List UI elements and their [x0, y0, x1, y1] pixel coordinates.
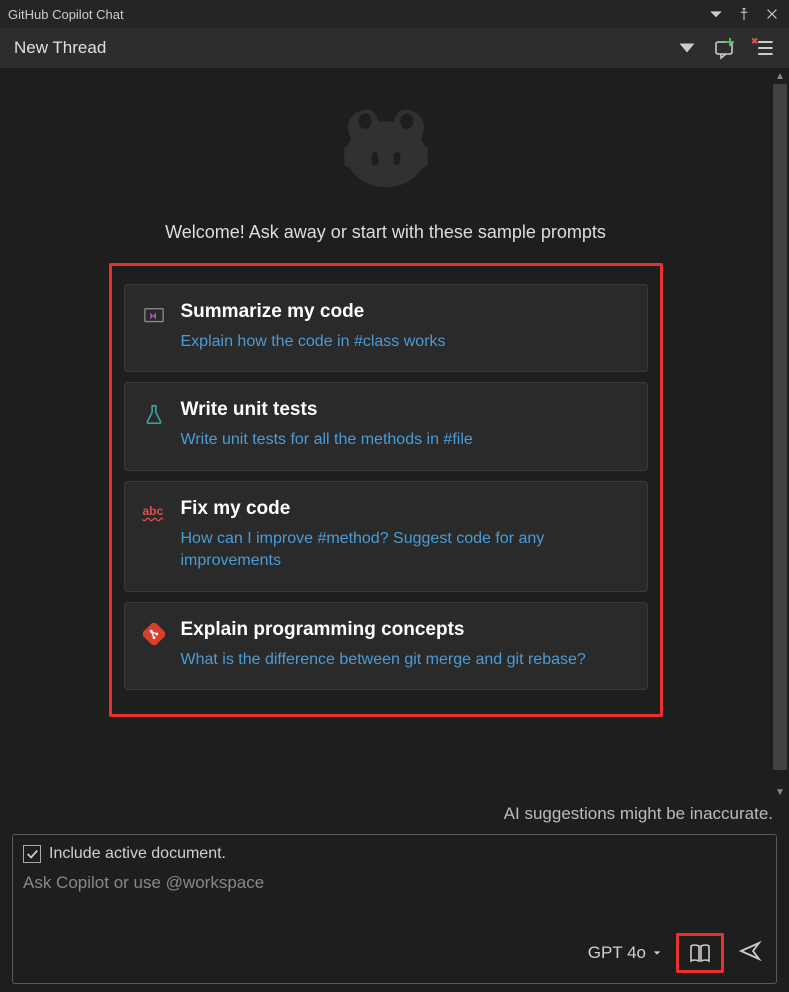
vertical-scrollbar[interactable]: ▲ ▼ — [771, 68, 789, 800]
window-title: GitHub Copilot Chat — [8, 7, 124, 22]
git-icon — [143, 619, 173, 671]
close-icon[interactable] — [763, 5, 781, 23]
input-panel: AI suggestions might be inaccurate. Incl… — [0, 800, 789, 992]
scroll-up-icon[interactable]: ▲ — [771, 68, 789, 84]
model-selector[interactable]: GPT 4o — [588, 943, 662, 963]
chevron-down-icon — [652, 948, 662, 958]
thread-bar: New Thread — [0, 28, 789, 68]
flask-icon — [143, 399, 173, 451]
chat-content: Welcome! Ask away or start with these sa… — [0, 68, 771, 800]
visual-studio-icon — [143, 301, 173, 353]
chat-input-area: Include active document. Ask Copilot or … — [12, 834, 777, 984]
thread-dropdown-icon[interactable] — [675, 36, 699, 60]
prompt-card-unit-tests[interactable]: Write unit tests Write unit tests for al… — [124, 382, 648, 470]
welcome-text: Welcome! Ask away or start with these sa… — [0, 222, 771, 243]
include-document-label: Include active document. — [49, 845, 226, 863]
disclaimer-text: AI suggestions might be inaccurate. — [12, 800, 777, 834]
pin-icon[interactable] — [735, 5, 753, 23]
send-icon — [738, 939, 762, 963]
prompt-library-button[interactable] — [676, 933, 724, 973]
scroll-thumb[interactable] — [773, 84, 787, 770]
send-button[interactable] — [738, 939, 762, 968]
prompt-card-summarize[interactable]: Summarize my code Explain how the code i… — [124, 284, 648, 372]
window-options-icon[interactable] — [707, 5, 725, 23]
card-title: Explain programming concepts — [181, 619, 629, 641]
card-title: Fix my code — [181, 498, 629, 520]
card-subtitle: Write unit tests for all the methods in … — [181, 429, 629, 451]
prompt-cards-highlight: Summarize my code Explain how the code i… — [109, 263, 663, 717]
thread-title: New Thread — [14, 38, 106, 58]
copilot-logo-icon — [331, 86, 441, 196]
card-title: Summarize my code — [181, 301, 629, 323]
titlebar: GitHub Copilot Chat — [0, 0, 789, 28]
card-subtitle: What is the difference between git merge… — [181, 649, 629, 671]
chat-input[interactable]: Ask Copilot or use @workspace — [13, 867, 776, 927]
model-label: GPT 4o — [588, 943, 646, 963]
new-thread-icon[interactable] — [713, 36, 737, 60]
card-subtitle: Explain how the code in #class works — [181, 331, 629, 353]
clear-threads-icon[interactable] — [751, 36, 775, 60]
spellcheck-abc-icon: abc — [143, 498, 173, 573]
prompt-card-fix-code[interactable]: abc Fix my code How can I improve #metho… — [124, 481, 648, 592]
card-subtitle: How can I improve #method? Suggest code … — [181, 528, 629, 573]
scroll-down-icon[interactable]: ▼ — [771, 784, 789, 800]
card-title: Write unit tests — [181, 399, 629, 421]
include-document-checkbox[interactable] — [23, 845, 41, 863]
book-icon — [688, 941, 712, 965]
prompt-card-explain[interactable]: Explain programming concepts What is the… — [124, 602, 648, 690]
